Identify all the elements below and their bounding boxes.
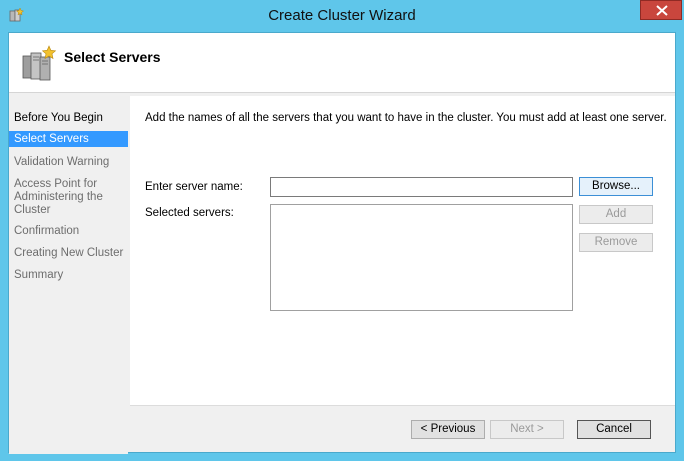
sidebar-item-select-servers[interactable]: Select Servers bbox=[9, 131, 128, 147]
server-name-label: Enter server name: bbox=[145, 181, 243, 193]
wizard-steps-sidebar: Before You Begin Select Servers Validati… bbox=[9, 99, 128, 454]
sidebar-item-access-point: Access Point for Administering the Clust… bbox=[14, 178, 103, 216]
close-icon bbox=[656, 5, 668, 16]
sidebar-item-confirmation: Confirmation bbox=[14, 225, 80, 237]
cancel-button[interactable]: Cancel bbox=[577, 420, 651, 439]
sidebar-item-validation-warning: Validation Warning bbox=[14, 156, 110, 168]
next-button[interactable]: Next > bbox=[490, 420, 564, 439]
remove-button[interactable]: Remove bbox=[579, 233, 653, 252]
wizard-window: Create Cluster Wizard Select Servers Bef… bbox=[0, 0, 684, 461]
title-bar[interactable]: Create Cluster Wizard bbox=[0, 0, 684, 32]
selected-servers-label: Selected servers: bbox=[145, 207, 234, 219]
sidebar-item-creating-new-cluster: Creating New Cluster bbox=[14, 247, 124, 259]
wizard-header: Select Servers bbox=[9, 33, 675, 93]
selected-servers-list[interactable] bbox=[270, 204, 573, 311]
instructions-text: Add the names of all the servers that yo… bbox=[145, 112, 667, 124]
wizard-footer: < Previous Next > Cancel bbox=[130, 405, 675, 452]
sidebar-item-before-you-begin[interactable]: Before You Begin bbox=[9, 112, 128, 127]
close-button[interactable] bbox=[640, 0, 682, 20]
wizard-client-area: Select Servers Before You Begin Select S… bbox=[8, 32, 676, 454]
previous-button[interactable]: < Previous bbox=[411, 420, 485, 439]
server-cluster-icon bbox=[21, 44, 57, 84]
wizard-main-panel: Add the names of all the servers that yo… bbox=[130, 96, 675, 405]
server-name-input[interactable] bbox=[270, 177, 573, 197]
page-title: Select Servers bbox=[64, 49, 161, 65]
add-button[interactable]: Add bbox=[579, 205, 653, 224]
browse-button[interactable]: Browse... bbox=[579, 177, 653, 196]
window-title: Create Cluster Wizard bbox=[268, 7, 416, 24]
sidebar-item-summary: Summary bbox=[14, 269, 64, 281]
